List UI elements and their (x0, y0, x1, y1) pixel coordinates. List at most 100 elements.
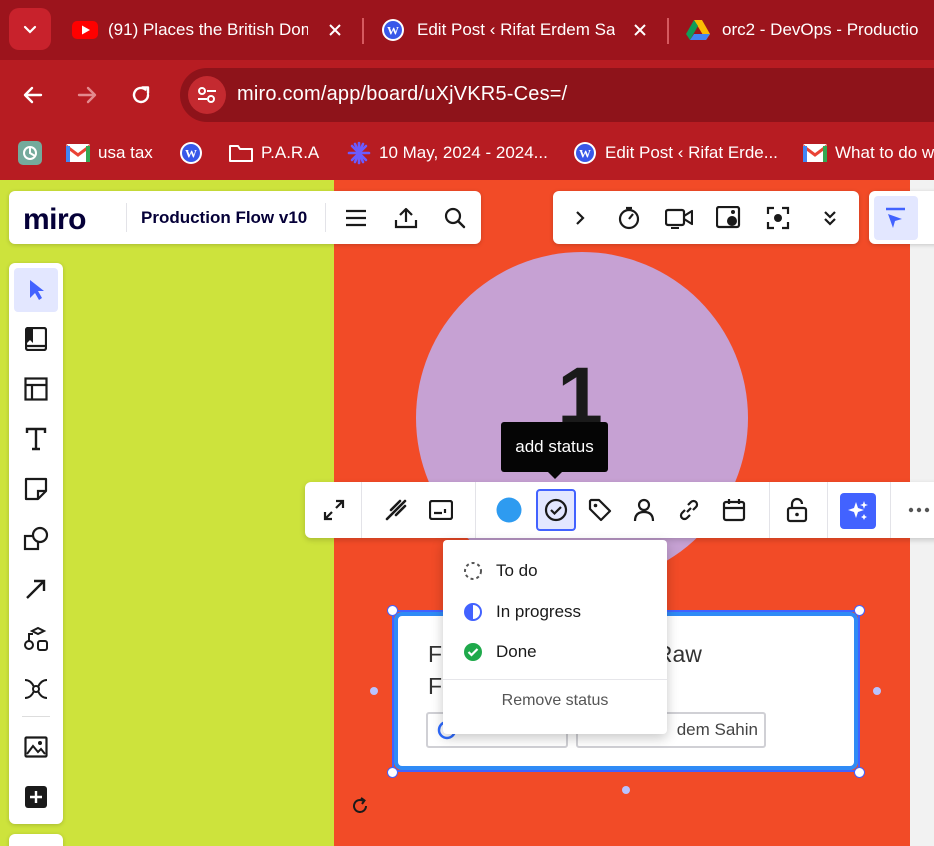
diagram-button[interactable] (19, 622, 53, 656)
miro-logo[interactable]: miro (23, 203, 87, 237)
more-apps-button[interactable] (19, 780, 53, 814)
chevron-right-icon (576, 211, 585, 225)
mind-map-button[interactable] (19, 672, 53, 706)
bookmark-what-to-do[interactable]: What to do w (803, 138, 934, 168)
tab-title: orc2 - DevOps - Productio (722, 20, 919, 39)
status-dropdown-menu: To do In progress Done Remove status (443, 540, 667, 734)
bookmark-label: P.A.R.A (261, 143, 320, 162)
bookmark-para-folder[interactable]: P.A.R.A (229, 138, 319, 168)
person-icon (633, 498, 655, 522)
status-option-label: Done (496, 642, 537, 661)
divider (126, 203, 127, 232)
presentation-button[interactable] (712, 201, 746, 235)
collapse-toolbar-button[interactable] (563, 201, 597, 235)
shapes-button[interactable] (19, 522, 53, 556)
toolbar-divider (769, 482, 770, 538)
ai-assist-button[interactable] (840, 493, 876, 529)
tab-separator (667, 18, 669, 44)
bookmark-label: Edit Post ‹ Rifat Erde... (605, 143, 778, 162)
forward-button[interactable] (68, 76, 106, 114)
text-tool-button[interactable] (19, 422, 53, 456)
wordpress-icon: W (573, 141, 597, 165)
tab-search-button[interactable] (9, 8, 51, 50)
bookmark-label: What to do w (835, 143, 934, 162)
calendar-icon (722, 499, 746, 522)
check-circle-icon (544, 498, 568, 522)
image-icon (24, 736, 48, 758)
search-button[interactable] (438, 201, 472, 235)
remove-status-option[interactable]: Remove status (443, 692, 667, 718)
folder-icon (229, 141, 253, 165)
browser-tab-devops[interactable]: orc2 - DevOps - Productio (686, 10, 934, 50)
link-button[interactable] (672, 493, 706, 527)
screen-share-button[interactable] (761, 201, 795, 235)
bookmark-10-may[interactable]: 10 May, 2024 - 2024... (347, 138, 548, 168)
add-status-button[interactable] (536, 489, 576, 531)
share-export-button[interactable] (389, 201, 423, 235)
color-button[interactable] (492, 493, 526, 527)
tag-button[interactable] (583, 493, 617, 527)
presentation-icon (716, 206, 741, 229)
assignee-button[interactable] (627, 493, 661, 527)
select-tool-button[interactable] (14, 268, 58, 312)
close-tab-icon[interactable] (628, 18, 652, 42)
book-icon (25, 327, 47, 351)
bookmark-usa-tax[interactable]: usa tax (66, 138, 153, 168)
gmail-icon (803, 141, 827, 165)
more-options-button[interactable] (902, 493, 934, 527)
board-title[interactable]: Production Flow v10 (141, 208, 307, 228)
status-option-done[interactable]: Done (443, 634, 667, 670)
resize-handle-top-right[interactable] (854, 605, 865, 616)
video-chat-button[interactable] (662, 201, 696, 235)
status-option-label: In progress (496, 602, 582, 621)
status-option-in-progress[interactable]: In progress (443, 594, 667, 630)
tab-title: (91) Places the British Dom (108, 20, 308, 39)
due-date-button[interactable] (717, 493, 751, 527)
resize-handle-bottom-right[interactable] (854, 767, 865, 778)
connector-dot-right[interactable] (873, 687, 881, 695)
frame-layout-button[interactable] (19, 372, 53, 406)
card-display-button[interactable] (424, 493, 458, 527)
connection-line-button[interactable] (19, 572, 53, 606)
browser-tab-youtube[interactable]: (91) Places the British Dom (72, 10, 352, 50)
cursor-tools-panel (869, 191, 934, 244)
address-bar[interactable]: miro.com/app/board/uXjVKR5-Ces=/ (180, 68, 934, 122)
more-tools-button[interactable] (813, 201, 847, 235)
resize-handle-top-left[interactable] (387, 605, 398, 616)
wordpress-icon: W (179, 141, 203, 165)
templates-button[interactable] (19, 322, 53, 356)
chatgpt-icon (18, 141, 42, 165)
bookmark-chatgpt[interactable] (18, 138, 42, 168)
reload-button[interactable] (122, 76, 160, 114)
google-drive-icon (686, 20, 710, 40)
flowchart-icon (24, 626, 48, 651)
close-tab-icon[interactable] (323, 18, 347, 42)
timer-button[interactable] (612, 201, 646, 235)
connector-dot-left[interactable] (370, 687, 378, 695)
context-toolbar (305, 482, 934, 538)
rotate-handle[interactable] (350, 796, 370, 816)
bookmark-edit-post[interactable]: W Edit Post ‹ Rifat Erde... (573, 138, 778, 168)
double-chevron-down-icon (824, 211, 836, 226)
asterisk-icon (347, 141, 371, 165)
site-info-button[interactable] (188, 76, 226, 114)
cursor-mode-button[interactable] (874, 196, 918, 240)
sticky-note-button[interactable] (19, 472, 53, 506)
divider (325, 203, 326, 232)
jira-button[interactable] (379, 493, 413, 527)
tag-icon (588, 498, 612, 522)
resize-handle-bottom-left[interactable] (387, 767, 398, 778)
browser-tab-wordpress[interactable]: W Edit Post ‹ Rifat Erdem Sa (381, 10, 657, 50)
upload-image-button[interactable] (19, 730, 53, 764)
status-option-todo[interactable]: To do (443, 553, 667, 589)
url-text[interactable]: miro.com/app/board/uXjVKR5-Ces=/ (237, 83, 567, 106)
expand-card-button[interactable] (317, 493, 351, 527)
browser-toolbar: miro.com/app/board/uXjVKR5-Ces=/ (0, 60, 934, 130)
bookmark-wordpress[interactable]: W (179, 138, 203, 168)
lock-button[interactable] (780, 493, 814, 527)
miro-board-canvas[interactable]: 1 miro Production Flow v10 Fl Raw Fo dem… (0, 180, 934, 846)
assignee-name: dem Sahin (676, 720, 758, 739)
back-button[interactable] (14, 76, 52, 114)
connector-dot-bottom[interactable] (622, 786, 630, 794)
main-menu-button[interactable] (339, 201, 373, 235)
